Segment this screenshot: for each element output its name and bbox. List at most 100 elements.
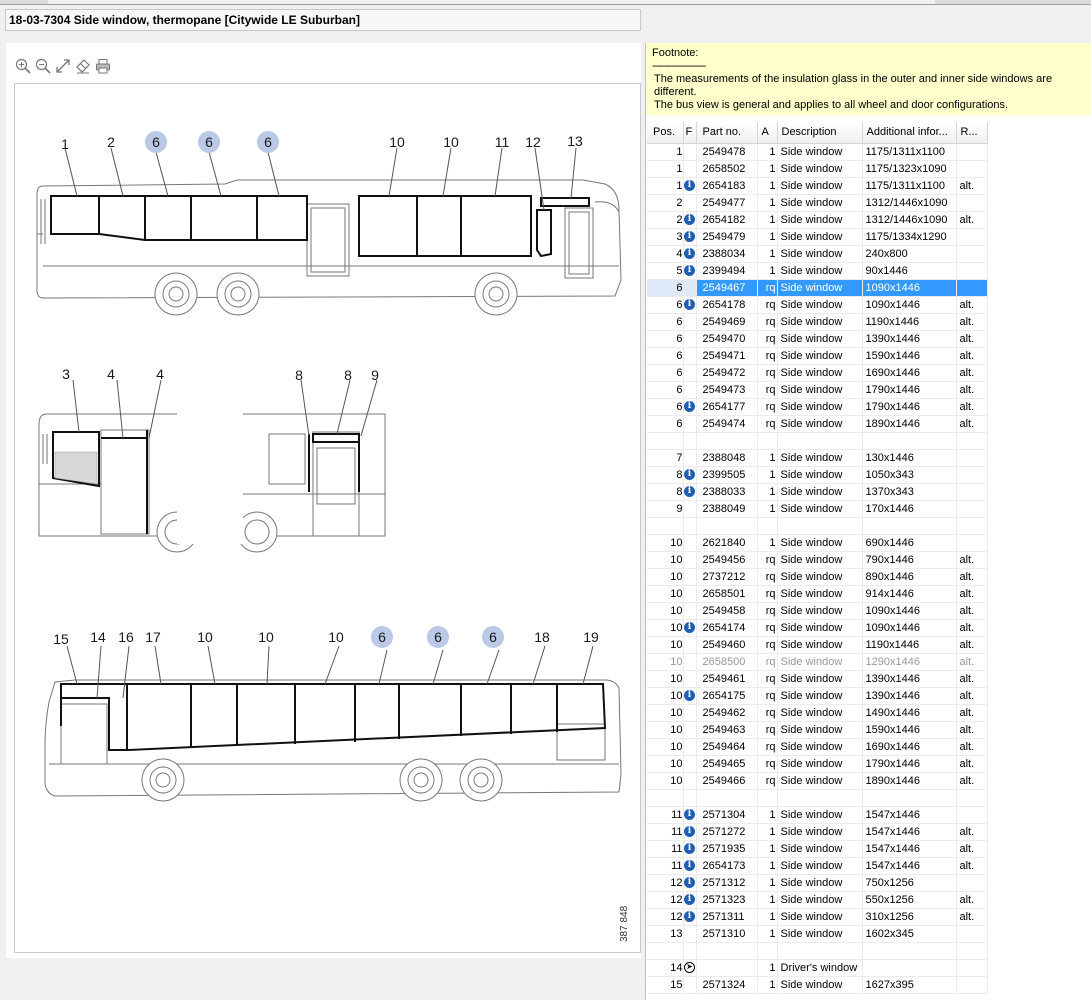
callout-label[interactable]: 8 [295, 367, 303, 383]
info-icon[interactable]: i [684, 690, 695, 702]
table-row[interactable]: 1 i 2654183 1 Side window 1175/1311x1100 alt. [647, 177, 988, 195]
table-row[interactable]: 12 i 2571323 1 Side window 550x1256 alt. [647, 891, 988, 909]
table-row[interactable]: 8 i 2399505 1 Side window 1050x343 [647, 466, 988, 484]
callout-label[interactable]: 19 [583, 629, 599, 645]
callout-label[interactable]: 6 [378, 629, 386, 645]
column-header-part-no[interactable]: Part no. [696, 122, 758, 144]
column-header-description[interactable]: Description [777, 122, 863, 144]
table-row[interactable]: 9 2388049 1 Side window 170x1446 [647, 500, 988, 518]
info-icon[interactable]: i [684, 877, 695, 889]
callout-label[interactable]: 3 [62, 366, 70, 382]
table-row[interactable]: 5 i 2399494 1 Side window 90x1446 [647, 262, 988, 280]
callout-label[interactable]: 6 [489, 629, 497, 645]
info-icon[interactable]: i [684, 231, 695, 243]
table-row[interactable]: 11 i 2571935 1 Side window 1547x1446 alt. [647, 840, 988, 858]
table-row[interactable]: 10 i 2654174 rq Side window 1090x1446 alt. [647, 619, 988, 637]
info-icon[interactable]: i [684, 214, 695, 226]
info-icon[interactable]: i [684, 248, 695, 260]
info-icon[interactable]: i [684, 299, 695, 311]
table-row[interactable]: 14 ➤ 1 Driver's window [647, 959, 988, 977]
callout-label[interactable]: 18 [534, 629, 550, 645]
table-row[interactable]: 10 2549456 rq Side window 790x1446 alt. [647, 551, 988, 569]
table-row[interactable]: 6 2549467 rq Side window 1090x1446 [647, 279, 988, 297]
column-header-additional-info[interactable]: Additional infor... [862, 122, 957, 144]
table-row[interactable]: 10 2549464 rq Side window 1690x1446 alt. [647, 738, 988, 756]
callout-label[interactable]: 4 [107, 366, 115, 382]
table-row[interactable]: 6 2549471 rq Side window 1590x1446 alt. [647, 347, 988, 365]
info-icon[interactable]: i [684, 894, 695, 906]
column-header-remark[interactable]: R... [956, 122, 988, 144]
callout-label[interactable]: 11 [495, 134, 510, 150]
table-row[interactable]: 10 2737212 rq Side window 890x1446 alt. [647, 568, 988, 586]
table-row[interactable]: 10 2549466 rq Side window 1890x1446 alt. [647, 772, 988, 790]
info-icon[interactable]: i [684, 843, 695, 855]
table-row[interactable]: 6 2549473 rq Side window 1790x1446 alt. [647, 381, 988, 399]
callout-label[interactable]: 1 [61, 136, 69, 152]
table-row[interactable]: 6 2549470 rq Side window 1390x1446 alt. [647, 330, 988, 348]
info-icon[interactable]: i [684, 180, 695, 192]
callout-label[interactable]: 10 [443, 134, 459, 150]
zoom-in-icon[interactable] [14, 57, 31, 74]
callout-label[interactable]: 16 [118, 629, 134, 645]
table-row[interactable]: 10 2549461 rq Side window 1390x1446 alt. [647, 670, 988, 688]
callout-label[interactable]: 6 [205, 134, 213, 150]
callout-label[interactable]: 8 [344, 367, 352, 383]
callout-label[interactable]: 10 [389, 134, 405, 150]
callout-label[interactable]: 10 [258, 629, 274, 645]
arrow-right-icon[interactable]: ➤ [684, 962, 695, 974]
table-row[interactable]: 10 2549462 rq Side window 1490x1446 alt. [647, 704, 988, 722]
table-row[interactable]: 10 2658501 rq Side window 914x1446 alt. [647, 585, 988, 603]
table-row[interactable]: 2 i 2654182 1 Side window 1312/1446x1090 alt. [647, 211, 988, 229]
table-row[interactable]: 10 2549463 rq Side window 1590x1446 alt. [647, 721, 988, 739]
info-icon[interactable]: i [684, 469, 695, 481]
table-row[interactable]: 4 i 2388034 1 Side window 240x800 [647, 245, 988, 263]
callout-label[interactable]: 6 [152, 134, 160, 150]
callout-label[interactable]: 2 [107, 134, 115, 150]
column-header-amount[interactable]: A [757, 122, 778, 144]
table-row[interactable]: 12 i 2571312 1 Side window 750x1256 [647, 874, 988, 892]
info-icon[interactable]: i [684, 622, 695, 634]
table-row[interactable]: 12 i 2571311 1 Side window 310x1256 alt. [647, 908, 988, 926]
callout-label[interactable]: 12 [525, 134, 541, 150]
callout-label[interactable]: 4 [156, 366, 164, 382]
callout-label[interactable]: 15 [53, 631, 69, 647]
zoom-out-icon[interactable] [34, 57, 51, 74]
info-icon[interactable]: i [684, 860, 695, 872]
eraser-icon[interactable] [74, 57, 91, 74]
column-header-flag[interactable]: F [683, 122, 697, 144]
table-row[interactable]: 8 i 2388033 1 Side window 1370x343 [647, 483, 988, 501]
info-icon[interactable]: i [684, 826, 695, 838]
table-row[interactable]: 1 2549478 1 Side window 1175/1311x1100 [647, 143, 988, 161]
table-row[interactable]: 11 i 2654173 1 Side window 1547x1446 alt. [647, 857, 988, 875]
table-row[interactable]: 6 i 2654177 rq Side window 1790x1446 alt. [647, 398, 988, 416]
table-row[interactable]: 3 i 2549479 1 Side window 1175/1334x1290 [647, 228, 988, 246]
callout-label[interactable]: 14 [90, 629, 106, 645]
callout-label[interactable]: 9 [371, 367, 379, 383]
callout-label[interactable]: 13 [567, 133, 583, 149]
table-row[interactable]: 6 2549469 rq Side window 1190x1446 alt. [647, 313, 988, 331]
callout-label[interactable]: 17 [145, 629, 161, 645]
table-row[interactable]: 11 i 2571272 1 Side window 1547x1446 alt. [647, 823, 988, 841]
info-icon[interactable]: i [684, 486, 695, 498]
table-row[interactable]: 1 2658502 1 Side window 1175/1323x1090 [647, 160, 988, 178]
callout-label[interactable]: 6 [434, 629, 442, 645]
callout-label[interactable]: 10 [328, 629, 344, 645]
table-row[interactable]: 10 2549458 rq Side window 1090x1446 alt. [647, 602, 988, 620]
table-row[interactable]: 10 i 2654175 rq Side window 1390x1446 alt. [647, 687, 988, 705]
print-icon[interactable] [94, 57, 111, 74]
table-row[interactable]: 10 2549460 rq Side window 1190x1446 alt. [647, 636, 988, 654]
info-icon[interactable]: i [684, 911, 695, 923]
table-row[interactable]: 13 2571310 1 Side window 1602x345 [647, 925, 988, 943]
table-row[interactable]: 10 2658500 rq Side window 1290x1446 alt. [647, 653, 988, 671]
info-icon[interactable]: i [684, 809, 695, 821]
table-row[interactable]: 2 2549477 1 Side window 1312/1446x1090 [647, 194, 988, 212]
callout-label[interactable]: 10 [197, 629, 213, 645]
callout-label[interactable]: 6 [264, 134, 272, 150]
table-row[interactable]: 10 2549465 rq Side window 1790x1446 alt. [647, 755, 988, 773]
table-row[interactable]: 11 i 2571304 1 Side window 1547x1446 [647, 806, 988, 824]
column-header-pos[interactable]: Pos. [647, 122, 684, 144]
info-icon[interactable]: i [684, 265, 695, 277]
fit-icon[interactable] [54, 57, 71, 74]
table-row[interactable]: 15 2571324 1 Side window 1627x395 [647, 976, 988, 994]
table-row[interactable]: 10 2621840 1 Side window 690x1446 [647, 534, 988, 552]
